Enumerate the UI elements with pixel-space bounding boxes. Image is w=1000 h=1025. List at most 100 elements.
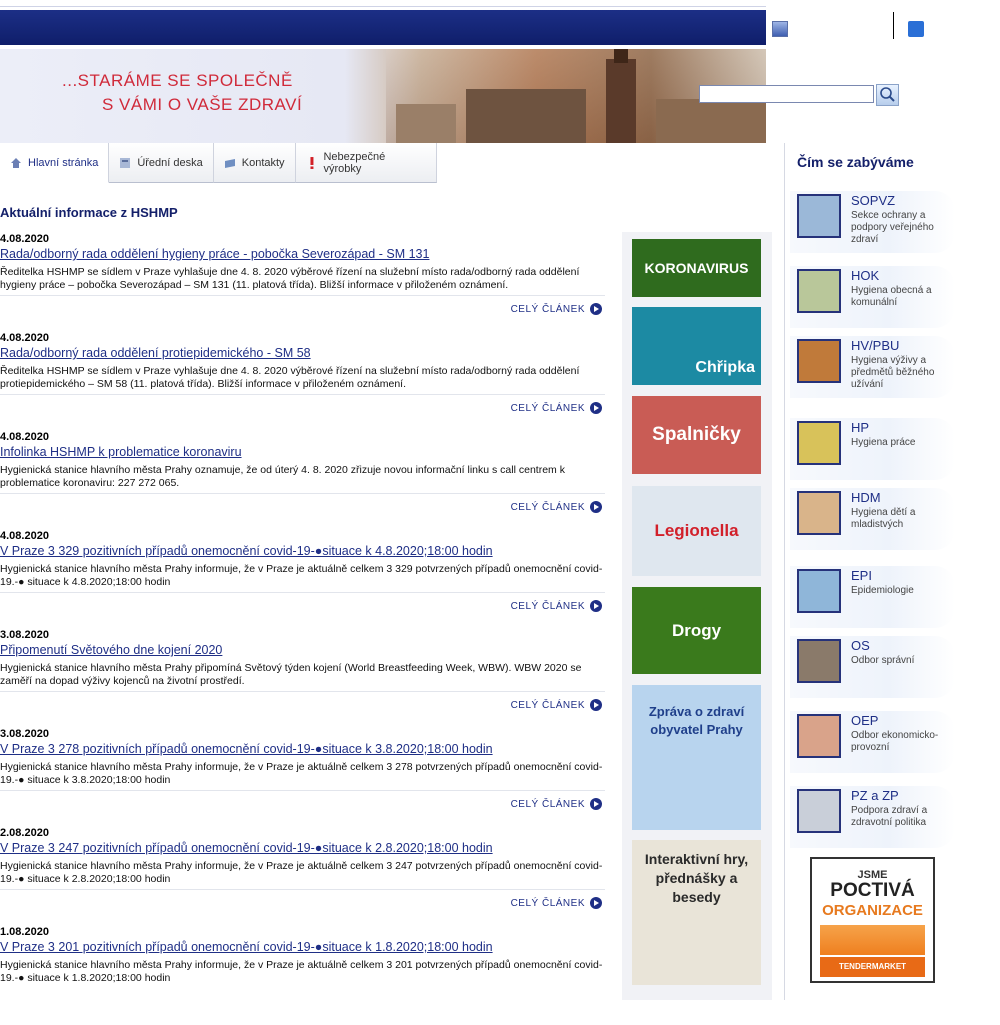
top-line xyxy=(0,6,766,7)
read-more-link[interactable]: CELÝ ČLÁNEK xyxy=(511,600,602,612)
news-date: 4.08.2020 xyxy=(0,332,49,344)
department-name: Hygiena práce xyxy=(851,437,916,448)
arrow-right-icon xyxy=(590,897,602,909)
news-title-link[interactable]: V Praze 3 329 pozitivních případů onemoc… xyxy=(0,544,493,558)
promo-label: Drogy xyxy=(671,620,722,640)
news-description: Hygienická stanice hlavního města Prahy … xyxy=(0,662,582,687)
search-input[interactable] xyxy=(699,85,874,103)
department-name: Podpora zdraví a zdravotní politika xyxy=(851,805,928,828)
department-thumbnail xyxy=(797,639,841,683)
department-thumbnail xyxy=(797,269,841,313)
news-description: Hygienická stanice hlavního města Prahy … xyxy=(0,860,603,885)
promo-chripka[interactable]: Chřipka xyxy=(632,307,761,385)
tab-home[interactable]: Hlavní stránka xyxy=(0,143,110,183)
news-description: Hygienická stanice hlavního města Prahy … xyxy=(0,761,603,786)
news-item: 3.08.2020 Připomenutí Světového dne koje… xyxy=(0,592,605,728)
read-more-label: CELÝ ČLÁNEK xyxy=(510,798,585,810)
department-thumbnail xyxy=(797,194,841,238)
rss-icon[interactable] xyxy=(908,21,924,37)
read-more-link[interactable]: CELÝ ČLÁNEK xyxy=(511,501,602,513)
promo-label: KORONAVIRUS xyxy=(644,260,749,276)
sidebar-item-sopvz[interactable]: SOPVZ Sekce ochrany a podpory veřejného … xyxy=(790,191,955,253)
promo-label: Spalničky xyxy=(652,424,741,445)
department-code: SOPVZ xyxy=(851,193,896,208)
department-code: OEP xyxy=(851,713,879,728)
badge-line-3: ORGANIZACE xyxy=(822,902,923,919)
news-item: 4.08.2020 Rada/odborný rada oddělení pro… xyxy=(0,295,605,431)
tab-dangerous-products[interactable]: Nebezpečné výrobky xyxy=(295,143,437,183)
search-button[interactable] xyxy=(876,84,899,106)
news-separator xyxy=(0,691,605,692)
read-more-label: CELÝ ČLÁNEK xyxy=(510,303,585,315)
news-title-link[interactable]: Rada/odborný rada oddělení hygieny práce… xyxy=(0,247,429,261)
warning-icon xyxy=(310,156,314,169)
board-icon xyxy=(120,157,131,168)
news-title-link[interactable]: Infolinka HSHMP k problematice koronavir… xyxy=(0,445,242,459)
arrow-right-icon xyxy=(590,798,602,810)
news-title-link[interactable]: V Praze 3 201 pozitivních případů onemoc… xyxy=(0,940,493,954)
news-separator xyxy=(0,790,605,791)
promo-interaktivni-hry[interactable]: Interaktivní hry, přednášky a besedy xyxy=(632,840,761,985)
sidebar-title: Čím se zabýváme xyxy=(797,154,914,170)
promo-drogy[interactable]: Drogy xyxy=(632,587,761,674)
read-more-label: CELÝ ČLÁNEK xyxy=(510,699,585,711)
news-separator xyxy=(0,592,605,593)
read-more-link[interactable]: CELÝ ČLÁNEK xyxy=(511,699,602,711)
search-icon xyxy=(880,87,895,102)
department-code: EPI xyxy=(851,568,872,583)
news-description: Hygienická stanice hlavního města Prahy … xyxy=(0,563,603,588)
department-name: Hygiena dětí a mladistvých xyxy=(851,507,916,530)
news-title-link[interactable]: Připomenutí Světového dne kojení 2020 xyxy=(0,643,222,657)
sidebar-item-hp[interactable]: HP Hygiena práce xyxy=(790,418,955,480)
arrow-right-icon xyxy=(590,501,602,513)
slogan-line-1: ...STARÁME SE SPOLEČNĚ xyxy=(62,71,293,90)
news-item: 4.08.2020 V Praze 3 329 pozitivních příp… xyxy=(0,493,605,629)
sidebar-item-os[interactable]: OS Odbor správní xyxy=(790,636,955,698)
department-thumbnail xyxy=(797,421,841,465)
news-description: Ředitelka HSHMP se sídlem v Praze vyhlaš… xyxy=(0,365,580,390)
honest-organization-badge[interactable]: JSME POCTIVÁ ORGANIZACE TENDERMARKET xyxy=(810,857,935,983)
promo-koronavirus[interactable]: KORONAVIRUS xyxy=(632,239,761,297)
news-separator xyxy=(0,493,605,494)
arrow-right-icon xyxy=(590,303,602,315)
news-separator xyxy=(0,295,605,296)
sidebar-item-hdm[interactable]: HDM Hygiena dětí a mladistvých xyxy=(790,488,955,550)
read-more-link[interactable]: CELÝ ČLÁNEK xyxy=(511,798,602,810)
sidebar-item-hv-pbu[interactable]: HV/PBU Hygiena výživy a předmětů běžného… xyxy=(790,336,955,398)
read-more-link[interactable]: CELÝ ČLÁNEK xyxy=(511,402,602,414)
read-more-link[interactable]: CELÝ ČLÁNEK xyxy=(511,303,602,315)
sidebar-item-oep[interactable]: OEP Odbor ekonomicko-provozní xyxy=(790,711,955,773)
news-list: 4.08.2020 Rada/odborný rada oddělení hyg… xyxy=(0,233,605,1025)
department-thumbnail xyxy=(797,789,841,833)
content-divider xyxy=(784,143,785,1000)
tab-label: Nebezpečné výrobky xyxy=(323,150,386,175)
promo-spalnicky[interactable]: Spalničky xyxy=(632,396,761,474)
department-thumbnail xyxy=(797,714,841,758)
news-title-link[interactable]: V Praze 3 247 pozitivních případů onemoc… xyxy=(0,841,493,855)
print-icon[interactable] xyxy=(772,21,788,37)
news-title-link[interactable]: V Praze 3 278 pozitivních případů onemoc… xyxy=(0,742,493,756)
department-thumbnail xyxy=(797,491,841,535)
slogan: ...STARÁME SE SPOLEČNĚ S VÁMI O VAŠE ZDR… xyxy=(62,69,302,117)
tab-contacts[interactable]: Kontakty xyxy=(213,143,296,183)
read-more-link[interactable]: CELÝ ČLÁNEK xyxy=(511,897,602,909)
arrow-right-icon xyxy=(590,402,602,414)
contacts-icon xyxy=(224,158,235,168)
promo-zprava-o-zdravi[interactable]: Zpráva o zdraví obyvatel Prahy xyxy=(632,685,761,830)
read-more-label: CELÝ ČLÁNEK xyxy=(510,501,585,513)
news-item: 4.08.2020 Rada/odborný rada oddělení hyg… xyxy=(0,233,605,332)
news-separator xyxy=(0,394,605,395)
promo-label: Chřipka xyxy=(695,359,755,376)
news-date: 4.08.2020 xyxy=(0,233,49,245)
promo-label: Zpráva o zdraví obyvatel Prahy xyxy=(648,704,745,737)
news-date: 4.08.2020 xyxy=(0,431,49,443)
sidebar-item-pz-a-zp[interactable]: PZ a ZP Podpora zdraví a zdravotní polit… xyxy=(790,786,955,848)
department-code: HP xyxy=(851,420,870,435)
sidebar-item-epi[interactable]: EPI Epidemiologie xyxy=(790,566,955,628)
promo-legionella[interactable]: Legionella xyxy=(632,486,761,576)
tab-official-board[interactable]: Úřední deska xyxy=(109,143,214,183)
news-date: 1.08.2020 xyxy=(0,926,49,938)
news-title-link[interactable]: Rada/odborný rada oddělení protiepidemic… xyxy=(0,346,311,360)
department-name: Hygiena výživy a předmětů běžného užíván… xyxy=(851,355,935,390)
sidebar-item-hok[interactable]: HOK Hygiena obecná a komunální xyxy=(790,266,955,328)
